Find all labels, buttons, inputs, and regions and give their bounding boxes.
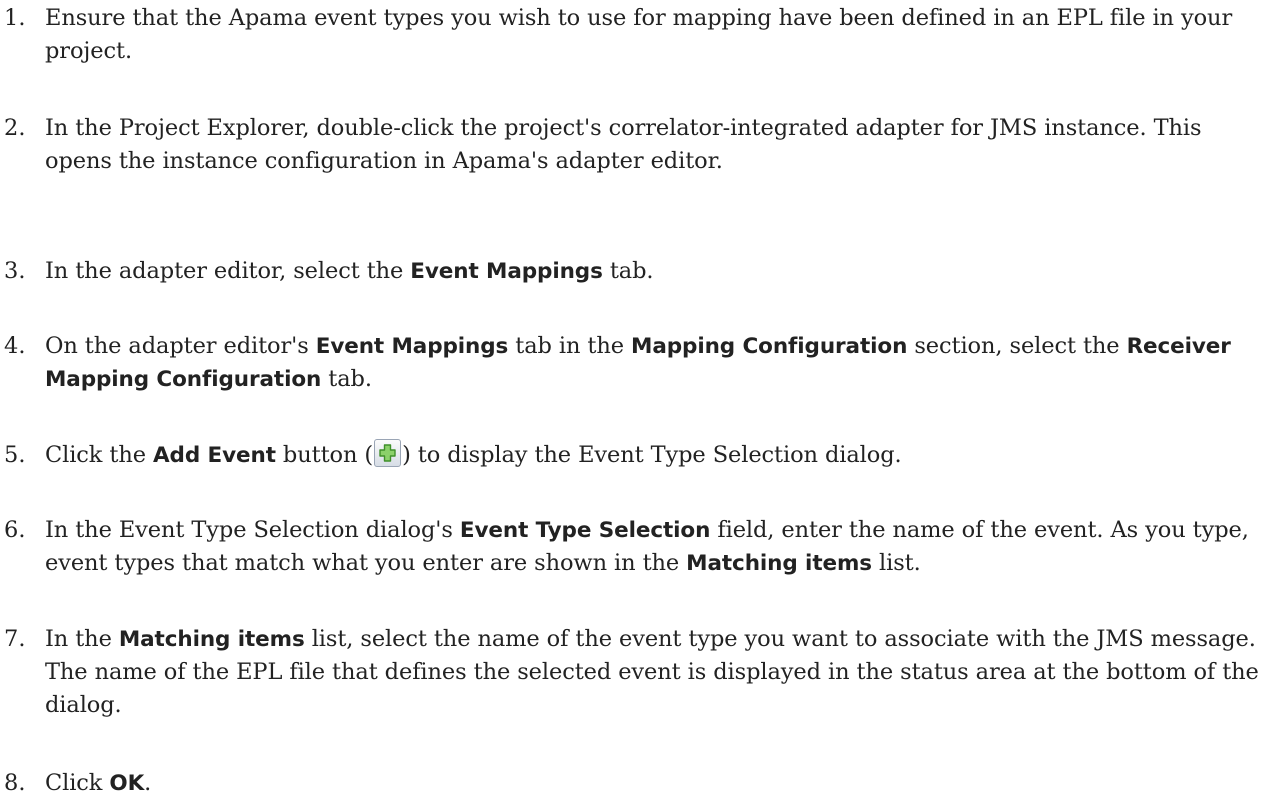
- text-run: In the Event Type Selection dialog's: [45, 517, 460, 543]
- bold-term: Event Mappings: [315, 334, 509, 359]
- step-number: 8.: [4, 770, 26, 796]
- step-text: Click OK.: [45, 767, 1267, 800]
- step-text: In the Project Explorer, double-click th…: [45, 112, 1267, 178]
- bold-term: Event Mappings: [410, 259, 603, 284]
- text-run: tab.: [321, 366, 372, 392]
- bold-term: OK: [109, 771, 145, 796]
- text-run: On the adapter editor's: [45, 333, 316, 359]
- step-text: In the Matching items list, select the n…: [45, 623, 1267, 722]
- step-number: 1.: [4, 5, 26, 31]
- text-run: .: [144, 770, 152, 796]
- bold-term: Event Type Selection: [459, 518, 711, 543]
- text-run: In the: [45, 626, 119, 652]
- step-text: On the adapter editor's Event Mappings t…: [45, 330, 1267, 396]
- text-run: section, select the: [907, 333, 1127, 359]
- step-number: 7.: [4, 626, 26, 652]
- step-number: 3.: [4, 258, 26, 284]
- text-run: tab.: [602, 258, 654, 284]
- text-run: tab in the: [508, 333, 632, 359]
- bold-term: Matching items: [118, 627, 305, 652]
- text-run: In the adapter editor, select the: [45, 258, 411, 284]
- step-text: Ensure that the Apama event types you wi…: [45, 2, 1267, 68]
- step-number: 2.: [4, 115, 26, 141]
- text-run: Ensure that the Apama event types you wi…: [45, 5, 1233, 64]
- add-event-icon: [374, 439, 402, 467]
- step-number: 6.: [4, 517, 26, 543]
- bold-term: Matching items: [686, 551, 872, 576]
- text-run: ) to display the Event Type Selection di…: [402, 442, 902, 468]
- text-run: In the Project Explorer, double-click th…: [45, 115, 1202, 174]
- text-run: Click the: [45, 442, 153, 468]
- bold-term: Add Event: [153, 443, 276, 468]
- text-run: list.: [871, 550, 921, 576]
- step-text: In the adapter editor, select the Event …: [45, 255, 1267, 288]
- text-run: Click: [45, 770, 110, 796]
- step-number: 4.: [4, 333, 26, 359]
- step-text: Click the Add Event button ( ) to display…: [45, 439, 1267, 472]
- text-run: button (: [275, 442, 374, 468]
- step-number: 5.: [4, 442, 26, 468]
- step-text: In the Event Type Selection dialog's Eve…: [45, 514, 1267, 580]
- bold-term: Mapping Configuration: [631, 334, 908, 359]
